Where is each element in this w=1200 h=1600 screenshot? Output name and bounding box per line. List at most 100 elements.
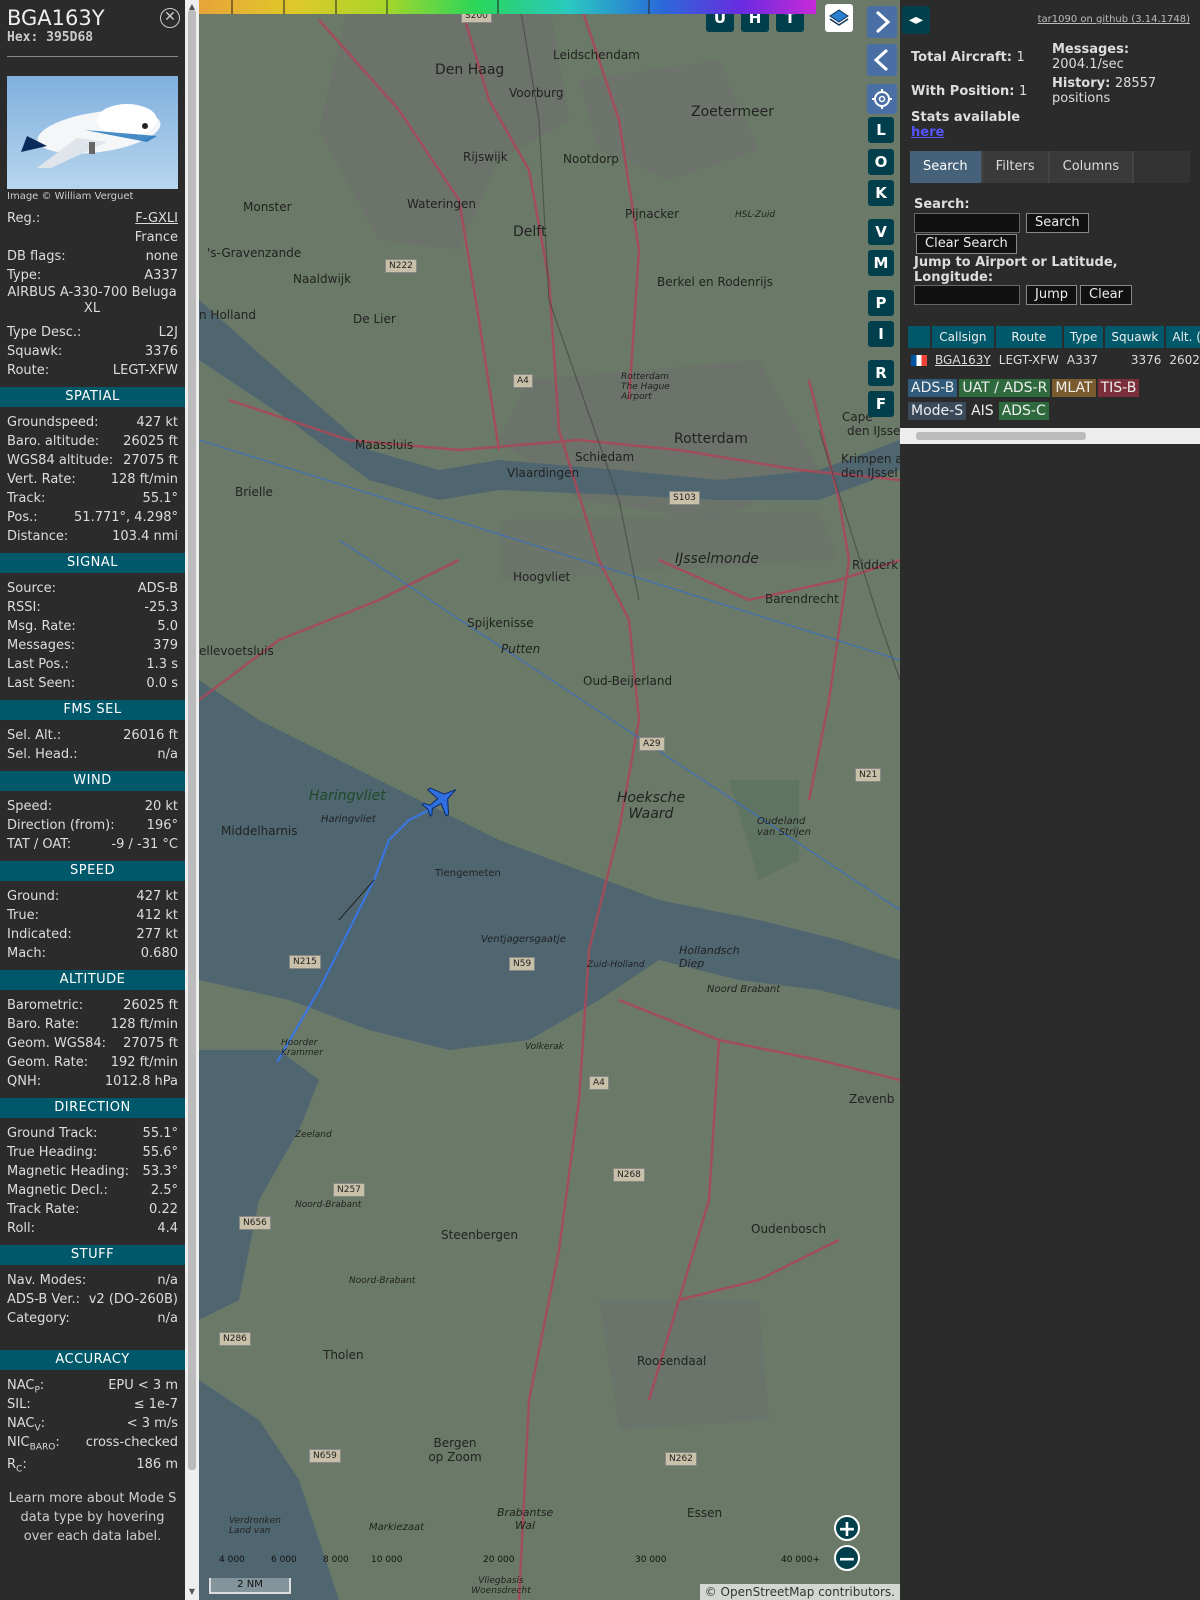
tab-columns[interactable]: Columns (1049, 151, 1133, 183)
detail-label[interactable]: Type Desc.: (7, 323, 81, 342)
info-label[interactable]: Mach: (7, 944, 46, 963)
info-label[interactable]: Track: (7, 489, 45, 508)
button-r[interactable]: R (868, 360, 894, 386)
info-label[interactable]: Indicated: (7, 925, 72, 944)
info-label[interactable]: Roll: (7, 1219, 35, 1238)
info-label[interactable]: QNH: (7, 1072, 41, 1091)
info-label[interactable]: Baro. Rate: (7, 1015, 79, 1034)
info-label[interactable]: True Heading: (7, 1143, 97, 1162)
info-value: 26025 ft (123, 434, 178, 449)
stats-link[interactable]: here (911, 125, 1020, 140)
detail-label[interactable]: Squawk: (7, 342, 62, 361)
aircraft-photo[interactable] (7, 76, 178, 189)
info-label[interactable]: Vert. Rate: (7, 470, 76, 489)
cell-callsign[interactable]: BGA163Y (932, 350, 994, 370)
scrollbar-thumb[interactable] (188, 10, 196, 1470)
detail-label[interactable]: Reg.: (7, 209, 40, 228)
column-flag[interactable] (908, 326, 930, 348)
info-label[interactable]: Geom. Rate: (7, 1053, 88, 1072)
map-attribution[interactable]: © OpenStreetMap contributors. (699, 1584, 900, 1600)
info-label[interactable]: Ground: (7, 887, 59, 906)
chevron-right-icon[interactable] (867, 6, 897, 38)
jump-input[interactable] (914, 285, 1020, 305)
info-label[interactable]: Source: (7, 579, 56, 598)
info-label[interactable]: Magnetic Heading: (7, 1162, 129, 1181)
row-nacv: NACV: < 3 m/s (7, 1416, 178, 1434)
info-label[interactable]: Msg. Rate: (7, 617, 76, 636)
info-label[interactable]: Barometric: (7, 996, 83, 1015)
search-button[interactable]: Search (1026, 213, 1089, 233)
info-label[interactable]: Pos.: (7, 508, 38, 527)
info-label[interactable]: RSSI: (7, 598, 41, 617)
column-type[interactable]: Type (1063, 326, 1104, 348)
info-label[interactable]: Distance: (7, 527, 68, 546)
button-k[interactable]: K (868, 180, 894, 206)
info-label[interactable]: Messages: (7, 636, 75, 655)
aircraft-details: Reg.: F-GXLI France DB flags: none Type: A337 A… (0, 209, 185, 380)
info-label[interactable]: True: (7, 906, 39, 925)
zoom-in-button[interactable]: + (834, 1515, 860, 1542)
badge-mlat[interactable]: MLAT (1052, 379, 1096, 397)
badge-tis-b[interactable]: TIS-B (1097, 379, 1140, 397)
scroll-down-icon[interactable]: ▼ (187, 1587, 197, 1597)
github-link[interactable]: tar1090 on github (3.14.1748) (1038, 14, 1190, 25)
info-label[interactable]: Magnetic Decl.: (7, 1181, 108, 1200)
column-squawk[interactable]: Squawk (1105, 326, 1165, 348)
sidebar-scrollbar[interactable]: ▲ ▼ (185, 0, 199, 1600)
badge-mode-s[interactable]: Mode-S (908, 402, 967, 420)
info-label[interactable]: Sel. Alt.: (7, 726, 61, 745)
place-label: Brielle (235, 485, 273, 499)
map-view[interactable]: Den Haag Leidschendam Voorburg Zoetermee… (199, 0, 900, 1600)
info-label[interactable]: Last Seen: (7, 674, 75, 693)
tab-search[interactable]: Search (910, 151, 981, 183)
column-altitude[interactable]: Alt. (ft) (1166, 326, 1200, 348)
badge-ads-c[interactable]: ADS-C (998, 402, 1049, 420)
column-callsign[interactable]: Callsign (932, 326, 994, 348)
info-label[interactable]: Sel. Head.: (7, 745, 78, 764)
info-label[interactable]: Category: (7, 1309, 70, 1328)
clear-search-button[interactable]: Clear Search (916, 234, 1017, 254)
clear-button[interactable]: Clear (1080, 285, 1132, 305)
info-label[interactable]: ADS-B Ver.: (7, 1290, 80, 1309)
badge-uat-ads-r[interactable]: UAT / ADS-R (959, 379, 1051, 397)
info-label[interactable]: Nav. Modes: (7, 1271, 86, 1290)
detail-label[interactable]: DB flags: (7, 247, 66, 266)
info-label[interactable]: Track Rate: (7, 1200, 79, 1219)
badge-ais[interactable]: AIS (968, 402, 997, 420)
info-label[interactable]: TAT / OAT: (7, 835, 71, 854)
scrollbar-thumb[interactable] (916, 432, 1086, 440)
button-f[interactable]: F (868, 391, 894, 417)
info-label[interactable]: Groundspeed: (7, 413, 98, 432)
list-horizontal-scrollbar[interactable] (900, 428, 1200, 444)
place-label: Zeeland (295, 1130, 332, 1140)
info-label[interactable]: Ground Track: (7, 1124, 97, 1143)
search-input[interactable] (914, 213, 1020, 233)
button-i[interactable]: I (868, 321, 894, 347)
jump-button[interactable]: Jump (1026, 285, 1077, 305)
layers-icon[interactable] (825, 4, 853, 32)
button-m[interactable]: M (868, 250, 894, 276)
detail-label[interactable]: Route: (7, 361, 49, 380)
info-label[interactable]: Baro. altitude: (7, 432, 99, 451)
registration-link[interactable]: F-GXLI (135, 209, 178, 228)
zoom-out-button[interactable]: − (834, 1545, 860, 1572)
chevron-left-icon[interactable] (867, 44, 897, 76)
button-o[interactable]: O (868, 149, 894, 175)
info-label[interactable]: Speed: (7, 797, 52, 816)
tab-filters[interactable]: Filters (982, 151, 1048, 183)
info-label[interactable]: Last Pos.: (7, 655, 69, 674)
close-icon[interactable]: ✕ (160, 8, 180, 28)
detail-label[interactable]: Type: (7, 266, 41, 285)
button-v[interactable]: V (868, 219, 894, 245)
table-row[interactable]: BGA163Y LEGT-XFW A337 3376 26025 (908, 350, 1200, 370)
info-label[interactable]: Direction (from): (7, 816, 115, 835)
gear-icon[interactable] (867, 84, 897, 114)
expand-arrows-icon[interactable]: ◂▸ (902, 6, 930, 34)
info-label[interactable]: WGS84 altitude: (7, 451, 113, 470)
badge-ads-b[interactable]: ADS-B (908, 379, 958, 397)
column-route[interactable]: Route (995, 326, 1062, 348)
button-p[interactable]: P (868, 290, 894, 316)
info-row: Track: 55.1° (0, 489, 185, 508)
info-label[interactable]: Geom. WGS84: (7, 1034, 106, 1053)
button-l[interactable]: L (868, 117, 894, 143)
